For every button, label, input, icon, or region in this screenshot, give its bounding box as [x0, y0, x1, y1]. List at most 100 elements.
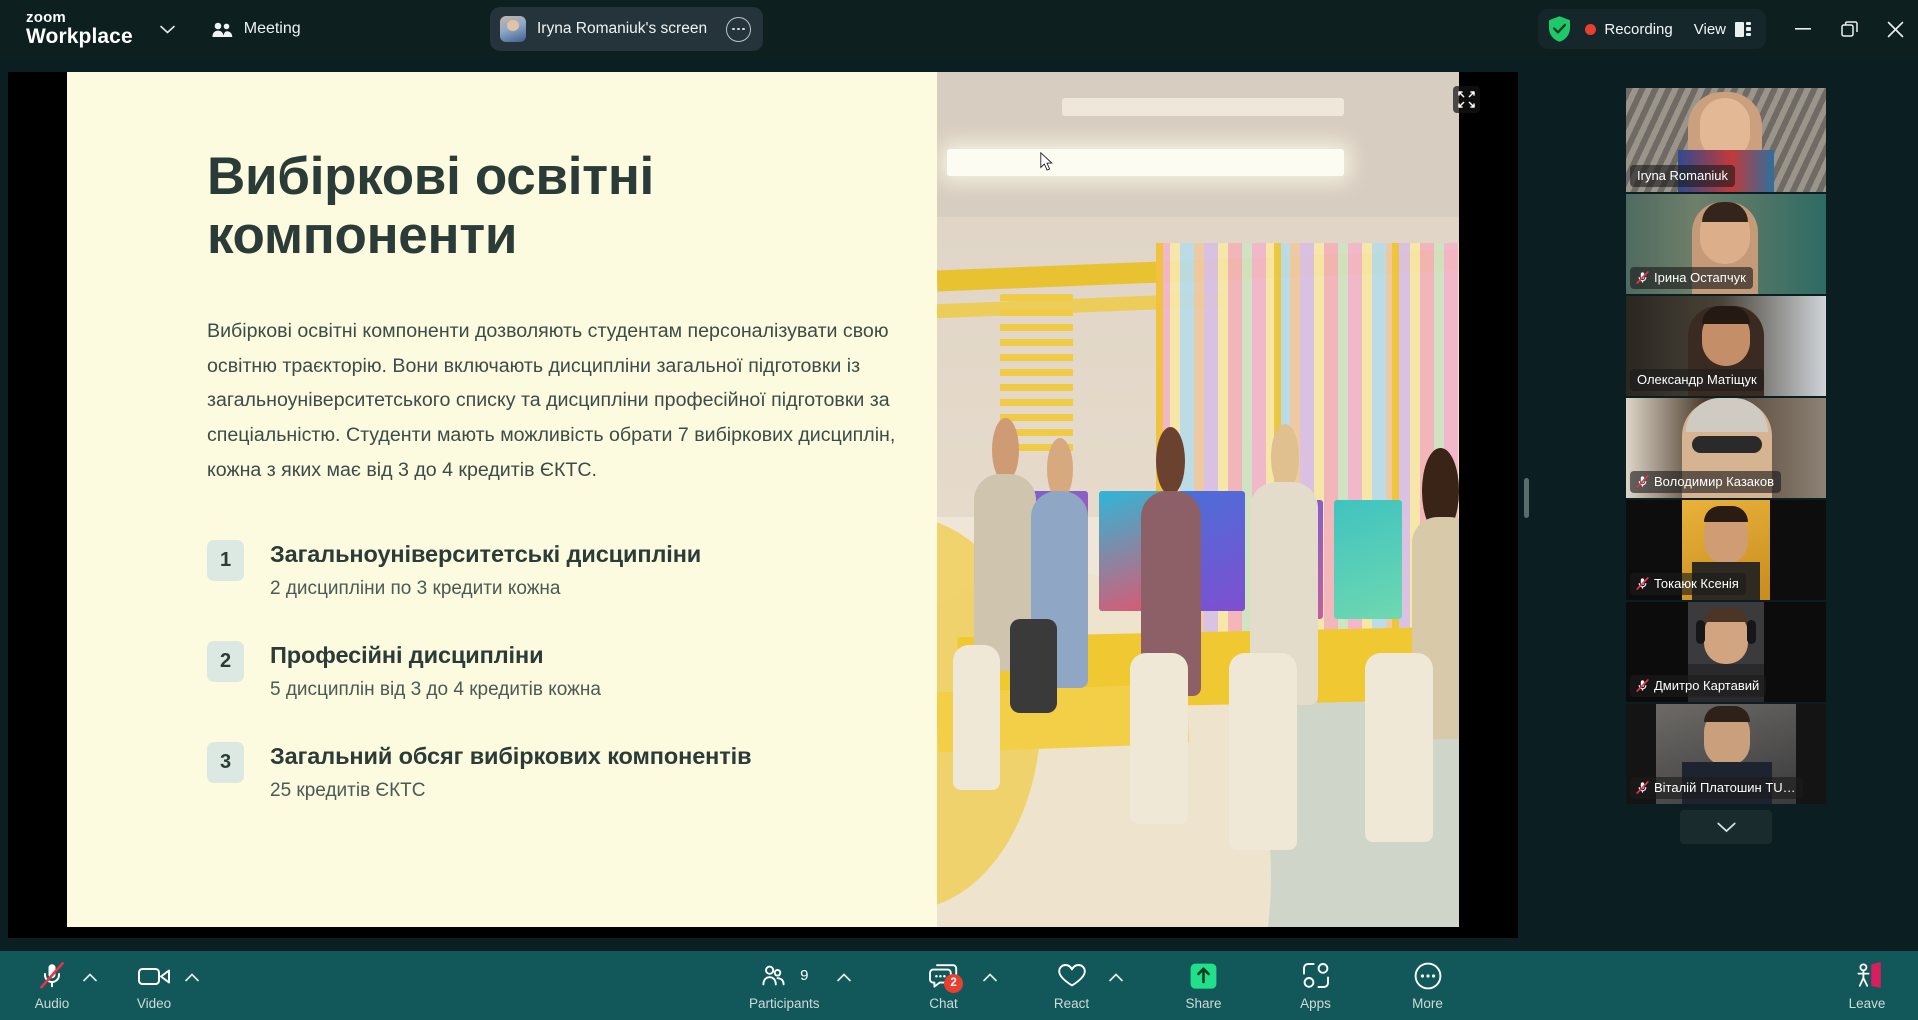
- participant-name-row: Токаюк Ксенія: [1630, 573, 1746, 595]
- participants-icon: 9: [760, 961, 808, 991]
- presentation-slide: Вибіркові освітні компоненти Вибіркові о…: [67, 72, 1459, 927]
- list-item-number: 1: [207, 540, 244, 582]
- slide-text-column: Вибіркові освітні компоненти Вибіркові о…: [67, 72, 937, 927]
- microphone-muted-icon: [1636, 475, 1649, 488]
- participant-name: Iryna Romaniuk: [1630, 165, 1736, 187]
- participants-button[interactable]: 9 Participants: [745, 951, 824, 1020]
- microphone-muted-icon: [1636, 577, 1649, 590]
- more-label: More: [1412, 995, 1443, 1011]
- audio-button[interactable]: Audio: [24, 951, 80, 1020]
- heart-icon: [1057, 961, 1087, 991]
- apps-label: Apps: [1300, 995, 1331, 1011]
- participant-name-row: Ірина Остапчук: [1630, 267, 1753, 289]
- screen-share-tab[interactable]: Iryna Romaniuk's screen: [490, 7, 764, 51]
- participant-name: Дмитро Картавий: [1654, 678, 1760, 693]
- meeting-stage: Вибіркові освітні компоненти Вибіркові о…: [0, 58, 1918, 951]
- participant-name: Володимир Казаков: [1654, 474, 1774, 489]
- video-button[interactable]: Video: [126, 951, 182, 1020]
- participant-name: Токаюк Ксенія: [1654, 576, 1739, 591]
- participant-tile[interactable]: Володимир Казаков: [1626, 398, 1826, 498]
- brand-zoom: zoom: [26, 8, 66, 26]
- list-item: 1 Загальноуніверситетські дисципліни 2 д…: [207, 540, 937, 600]
- zoom-logo: zoom Workplace: [26, 8, 133, 49]
- shield-check-icon[interactable]: [1547, 15, 1572, 43]
- participants-label: Participants: [749, 995, 820, 1011]
- meeting-label: Meeting: [243, 20, 301, 37]
- leave-button[interactable]: Leave: [1832, 951, 1902, 1020]
- audio-label: Audio: [34, 995, 70, 1011]
- list-item-title: Професійні дисципліни: [270, 642, 544, 669]
- minimize-button[interactable]: [1780, 0, 1826, 58]
- slide-title: Вибіркові освітні компоненти: [207, 147, 654, 266]
- chat-options-caret-icon[interactable]: [980, 951, 1000, 1020]
- more-options-icon[interactable]: [726, 16, 752, 42]
- participant-tile[interactable]: Ірина Остапчук: [1626, 194, 1826, 294]
- audio-options-caret-icon[interactable]: [80, 951, 100, 1020]
- classroom-photo: [937, 72, 1459, 927]
- panel-resize-handle[interactable]: [1524, 478, 1529, 518]
- apps-button[interactable]: Apps: [1288, 951, 1344, 1020]
- maximize-restore-button[interactable]: [1826, 0, 1872, 58]
- chat-bubble-icon: 2: [928, 961, 964, 993]
- list-item-number: 3: [207, 742, 244, 784]
- list-item-number: 2: [207, 641, 244, 683]
- recording-status-group: Recording View: [1538, 9, 1766, 49]
- shrink-to-fit-icon[interactable]: [1453, 86, 1480, 113]
- participant-name: Ірина Остапчук: [1654, 270, 1746, 285]
- apps-icon: [1302, 961, 1330, 991]
- participant-name-row: Дмитро Картавий: [1630, 675, 1767, 697]
- leave-label: Leave: [1848, 995, 1886, 1011]
- video-label: Video: [136, 995, 172, 1011]
- list-item-subtitle: 2 дисципліни по 3 кредити кожна: [270, 578, 561, 600]
- list-item-subtitle: 25 кредитів ЄКТС: [270, 780, 426, 802]
- shared-screen-frame[interactable]: Вибіркові освітні компоненти Вибіркові о…: [8, 72, 1518, 938]
- view-label: View: [1693, 20, 1726, 38]
- more-ellipsis-icon: [1414, 961, 1442, 991]
- chevron-down-icon[interactable]: [157, 18, 179, 40]
- react-button[interactable]: React: [1044, 951, 1100, 1020]
- scroll-down-button[interactable]: [1680, 810, 1772, 844]
- participant-name-row: Віталій Платошин TU…: [1630, 777, 1803, 799]
- titlebar: zoom Workplace Meeting Iryna Romaniuk's …: [0, 0, 1918, 58]
- share-screen-button[interactable]: Share: [1176, 951, 1232, 1020]
- chat-button[interactable]: 2 Chat: [916, 951, 972, 1020]
- chevron-down-icon: [1716, 822, 1736, 833]
- participant-tile[interactable]: Олександр Матіщук: [1626, 296, 1826, 396]
- react-options-caret-icon[interactable]: [1106, 951, 1126, 1020]
- participant-tile[interactable]: Iryna Romaniuk: [1626, 88, 1826, 192]
- chat-label: Chat: [929, 995, 958, 1011]
- recording-label: Recording: [1604, 20, 1673, 38]
- avatar: [500, 16, 526, 42]
- list-item-subtitle: 5 дисциплін від 3 до 4 кредитів кожна: [270, 679, 601, 701]
- video-options-caret-icon[interactable]: [182, 951, 202, 1020]
- toolbar-center-group: 9 Participants 2 Chat React Share Apps M…: [745, 951, 1456, 1020]
- layout-icon: [1735, 21, 1752, 37]
- list-item: 3 Загальний обсяг вибіркових компонентів…: [207, 742, 937, 802]
- close-button[interactable]: [1872, 0, 1918, 58]
- participant-tile[interactable]: Віталій Платошин TU…: [1626, 704, 1826, 804]
- participant-name: Олександр Матіщук: [1630, 369, 1764, 391]
- participant-tile[interactable]: Дмитро Картавий: [1626, 602, 1826, 702]
- video-camera-icon: [138, 961, 170, 991]
- list-item-title: Загальний обсяг вибіркових компонентів: [270, 743, 752, 770]
- meeting-toolbar: Audio Video 9 Participants 2 Chat React …: [0, 951, 1918, 1020]
- toolbar-left-group: Audio Video: [24, 951, 202, 1020]
- leave-door-icon: [1852, 961, 1882, 991]
- microphone-muted-icon: [1636, 679, 1649, 692]
- record-dot-icon: [1585, 23, 1597, 35]
- more-button[interactable]: More: [1400, 951, 1456, 1020]
- recording-indicator[interactable]: Recording: [1585, 20, 1673, 38]
- toolbar-right-group: Leave: [1832, 951, 1902, 1020]
- participant-tile[interactable]: Токаюк Ксенія: [1626, 500, 1826, 600]
- mouse-cursor: [1040, 152, 1053, 171]
- participants-options-caret-icon[interactable]: [834, 951, 854, 1020]
- slide-paragraph: Вибіркові освітні компоненти дозволяють …: [207, 319, 896, 482]
- chat-unread-badge: 2: [944, 973, 964, 993]
- view-button[interactable]: View: [1694, 21, 1752, 38]
- meeting-tab[interactable]: Meeting: [211, 20, 301, 38]
- share-label: Share: [1185, 995, 1222, 1011]
- participants-video-strip: Iryna Romaniuk Ірина Остапчук Олександр …: [1626, 88, 1826, 844]
- list-item-title: Загальноуніверситетські дисципліни: [270, 541, 702, 568]
- participant-name-row: Володимир Казаков: [1630, 471, 1781, 493]
- list-item: 2 Професійні дисципліни 5 дисциплін від …: [207, 641, 937, 701]
